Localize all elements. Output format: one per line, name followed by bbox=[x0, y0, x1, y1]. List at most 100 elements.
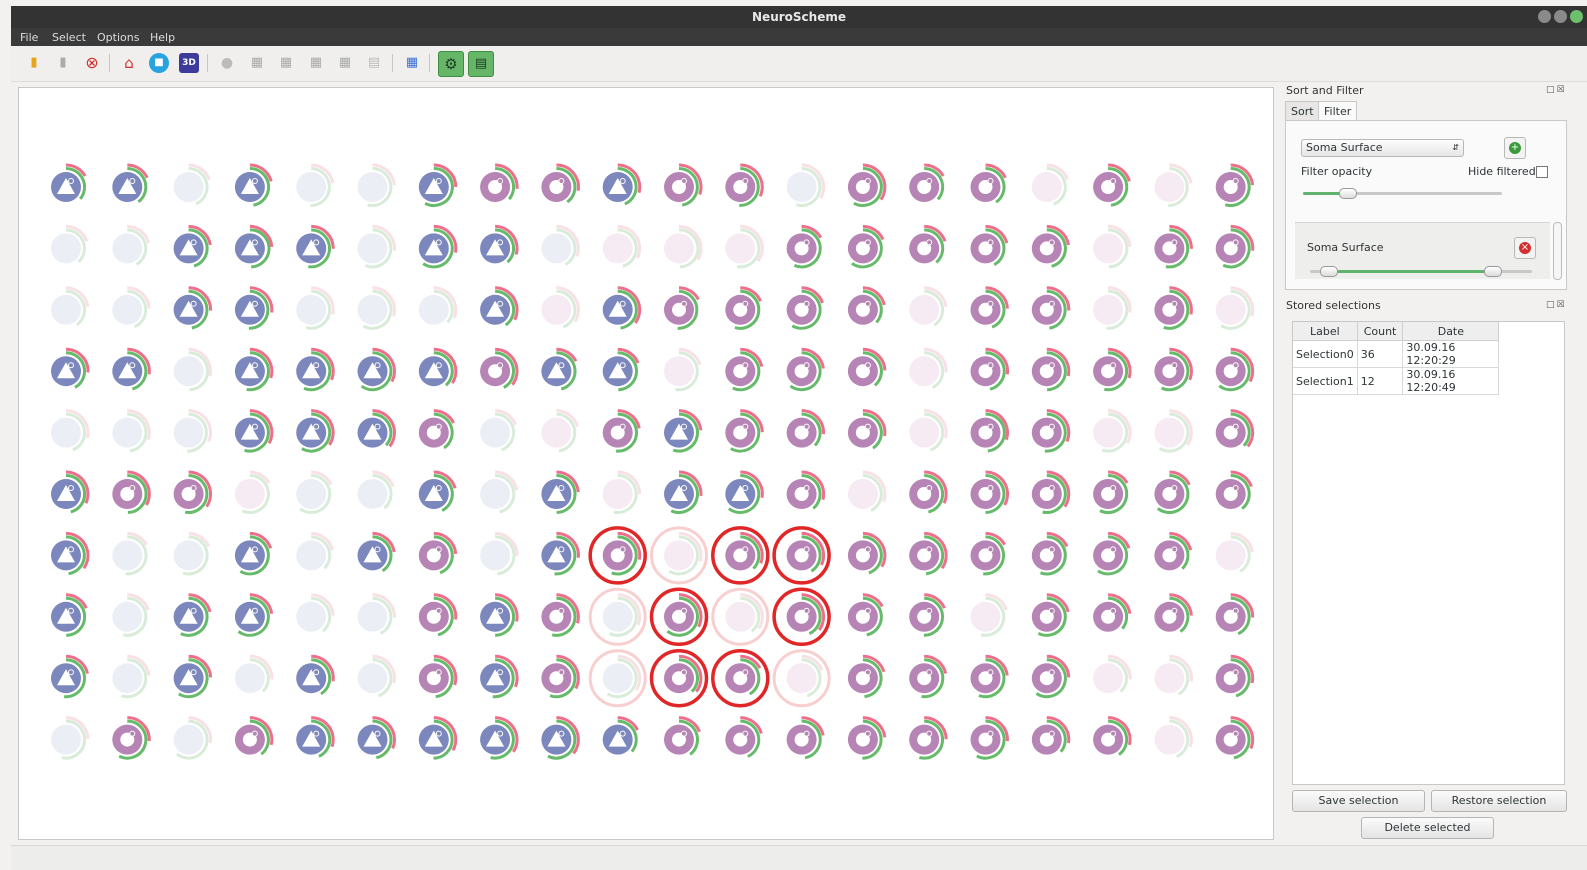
interneuron[interactable] bbox=[602, 409, 641, 453]
settings-gear-icon[interactable]: ⚙ bbox=[438, 51, 464, 77]
interneuron[interactable] bbox=[1154, 409, 1193, 453]
interneuron[interactable] bbox=[480, 347, 519, 389]
interneuron[interactable] bbox=[970, 593, 1008, 637]
interneuron[interactable] bbox=[1093, 716, 1132, 756]
interneuron[interactable] bbox=[909, 286, 948, 327]
interneuron[interactable] bbox=[664, 286, 700, 330]
pyramidal-neuron[interactable] bbox=[112, 654, 151, 699]
interneuron[interactable] bbox=[1031, 593, 1070, 637]
interneuron[interactable] bbox=[711, 526, 770, 585]
interneuron[interactable] bbox=[909, 163, 945, 202]
column-count[interactable]: Count bbox=[1357, 322, 1404, 341]
interneuron[interactable] bbox=[664, 224, 703, 269]
interneuron[interactable] bbox=[786, 286, 824, 330]
interneuron[interactable] bbox=[1215, 716, 1255, 760]
pyramidal-neuron[interactable] bbox=[112, 531, 148, 576]
pyramidal-neuron[interactable] bbox=[296, 409, 335, 453]
pyramidal-neuron[interactable] bbox=[51, 409, 90, 452]
interneuron[interactable] bbox=[725, 286, 762, 330]
interneuron[interactable] bbox=[847, 593, 884, 637]
interneuron[interactable] bbox=[1154, 347, 1193, 392]
interneuron[interactable] bbox=[418, 531, 458, 575]
interneuron[interactable] bbox=[1154, 593, 1193, 633]
pyramidal-neuron[interactable] bbox=[725, 470, 764, 514]
interneuron[interactable] bbox=[725, 347, 764, 392]
interneuron[interactable] bbox=[418, 593, 458, 637]
interneuron[interactable] bbox=[909, 470, 948, 514]
menu-options[interactable]: Options bbox=[97, 31, 139, 44]
interneuron[interactable] bbox=[664, 347, 702, 392]
minimize-button[interactable] bbox=[1538, 10, 1551, 23]
interneuron[interactable] bbox=[970, 654, 1009, 699]
scene-3-icon[interactable]: ▦ bbox=[306, 53, 326, 73]
restore-selection-button[interactable]: Restore selection bbox=[1431, 790, 1567, 812]
interneuron[interactable] bbox=[772, 649, 831, 708]
interneuron[interactable] bbox=[970, 409, 1010, 453]
interneuron[interactable] bbox=[772, 587, 831, 647]
interneuron[interactable] bbox=[1093, 593, 1132, 632]
delete-selected-button[interactable]: Delete selected bbox=[1361, 817, 1494, 839]
pyramidal-neuron[interactable] bbox=[480, 470, 519, 514]
pyramidal-neuron[interactable] bbox=[357, 716, 396, 760]
interneuron[interactable] bbox=[480, 163, 519, 202]
interneuron[interactable] bbox=[1215, 470, 1253, 510]
layout-icon[interactable]: ▦ bbox=[402, 53, 422, 73]
interneuron[interactable] bbox=[909, 409, 948, 452]
interneuron[interactable] bbox=[970, 224, 1009, 267]
interneuron[interactable] bbox=[1154, 654, 1193, 696]
interneuron[interactable] bbox=[602, 224, 642, 268]
pyramidal-neuron[interactable] bbox=[357, 409, 396, 448]
interneuron[interactable] bbox=[725, 224, 764, 269]
home-icon[interactable]: ⌂ bbox=[119, 53, 139, 73]
pyramidal-neuron[interactable] bbox=[664, 409, 703, 453]
menu-file[interactable]: File bbox=[20, 31, 38, 44]
pyramidal-neuron[interactable] bbox=[418, 716, 458, 760]
2d-view-icon[interactable]: ■ bbox=[149, 53, 169, 73]
interneuron[interactable] bbox=[1215, 531, 1254, 573]
interneuron[interactable] bbox=[786, 409, 826, 448]
interneuron[interactable] bbox=[786, 716, 825, 760]
pyramidal-neuron[interactable] bbox=[480, 224, 519, 264]
interneuron[interactable] bbox=[1215, 593, 1255, 636]
table-row[interactable]: Selection0 36 30.09.16 12:20:29 bbox=[1293, 340, 1500, 368]
remove-filter-button[interactable]: × bbox=[1514, 237, 1536, 259]
pyramidal-neuron[interactable] bbox=[51, 531, 90, 576]
pyramidal-neuron[interactable] bbox=[357, 347, 396, 392]
pyramidal-neuron[interactable] bbox=[541, 716, 580, 760]
interneuron[interactable] bbox=[1093, 286, 1132, 330]
pyramidal-neuron[interactable] bbox=[173, 654, 213, 699]
interneuron[interactable] bbox=[711, 587, 770, 646]
pyramidal-neuron[interactable] bbox=[296, 224, 335, 269]
pyramidal-neuron[interactable] bbox=[664, 470, 703, 514]
interneuron[interactable] bbox=[1031, 470, 1071, 514]
interneuron[interactable] bbox=[1031, 409, 1071, 453]
close-circle-icon[interactable]: ⊗ bbox=[82, 53, 102, 73]
pyramidal-neuron[interactable] bbox=[234, 163, 273, 207]
save-selection-button[interactable]: Save selection bbox=[1292, 790, 1425, 812]
pyramidal-neuron[interactable] bbox=[112, 593, 150, 637]
pyramidal-neuron[interactable] bbox=[357, 531, 396, 573]
pyramidal-neuron[interactable] bbox=[296, 593, 335, 633]
range-slider-high-handle[interactable] bbox=[1484, 266, 1503, 277]
pyramidal-neuron[interactable] bbox=[588, 649, 647, 708]
pyramidal-neuron[interactable] bbox=[51, 716, 90, 760]
pyramidal-neuron[interactable] bbox=[296, 470, 333, 514]
pyramidal-neuron[interactable] bbox=[234, 224, 274, 269]
pyramidal-neuron[interactable] bbox=[173, 347, 213, 392]
interneuron[interactable] bbox=[970, 531, 1007, 576]
dock-buttons[interactable]: □☒ bbox=[1546, 85, 1567, 95]
interneuron[interactable] bbox=[1215, 347, 1255, 392]
interneuron[interactable] bbox=[786, 224, 823, 269]
panel-toggle-icon[interactable]: ▤ bbox=[468, 51, 494, 77]
interneuron[interactable] bbox=[1093, 224, 1132, 269]
pyramidal-neuron[interactable] bbox=[234, 531, 273, 576]
interneuron[interactable] bbox=[649, 648, 709, 708]
interneuron[interactable] bbox=[234, 470, 271, 514]
interneuron[interactable] bbox=[1154, 286, 1193, 330]
interneuron[interactable] bbox=[847, 716, 887, 760]
interneuron[interactable] bbox=[541, 409, 579, 453]
property-combo[interactable]: Soma Surface ⇵ bbox=[1301, 139, 1464, 157]
scene-4-icon[interactable]: ▦ bbox=[335, 53, 355, 73]
interneuron[interactable] bbox=[909, 716, 948, 760]
interneuron[interactable] bbox=[1215, 409, 1255, 448]
